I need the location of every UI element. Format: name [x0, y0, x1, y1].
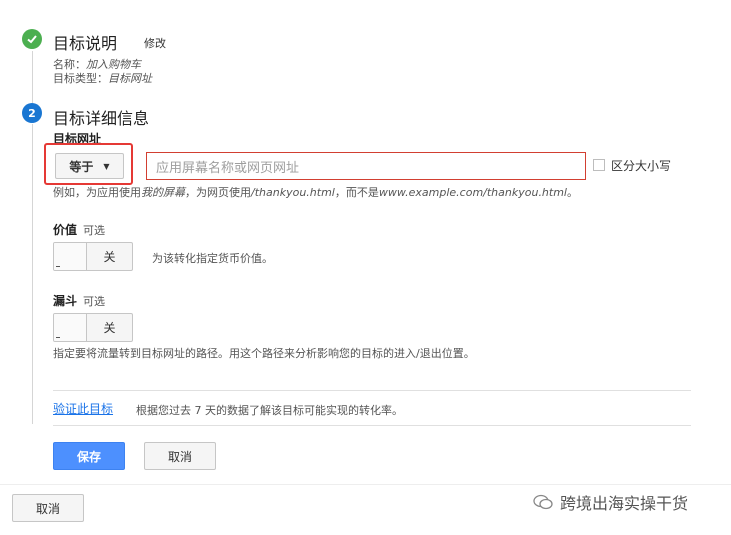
hint-text-mid: ，为网页使用 — [185, 186, 251, 199]
divider-bottom — [53, 425, 691, 426]
destination-input[interactable]: 应用屏幕名称或网页网址 — [146, 152, 586, 180]
step-connector-2 — [32, 124, 33, 424]
step-connector — [32, 51, 33, 103]
bottom-cancel-button[interactable]: 取消 — [12, 494, 84, 522]
case-sensitive-label: 区分大小写 — [611, 159, 672, 173]
value-label: 价值 — [53, 223, 78, 237]
edit-link[interactable]: 修改 — [144, 35, 166, 51]
funnel-label-row: 漏斗 可选 — [53, 292, 105, 309]
step1-title: 目标说明 — [53, 34, 118, 53]
divider-top — [53, 390, 691, 391]
match-type-value: 等于 — [69, 159, 94, 174]
step-complete-check-icon — [22, 29, 42, 49]
match-type-dropdown[interactable]: 等于 ▼ — [55, 153, 124, 179]
goal-type-row: 目标类型：目标网址 — [53, 70, 152, 86]
footer-divider — [0, 484, 731, 485]
value-toggle-state: 关 — [103, 250, 116, 264]
case-sensitive-checkbox[interactable] — [593, 159, 605, 171]
chevron-down-icon: ▼ — [103, 161, 110, 171]
value-description: 为该转化指定货币价值。 — [152, 252, 273, 265]
wechat-icon — [532, 493, 554, 511]
step2-number-badge: 2 — [22, 103, 42, 123]
hint-text: 例如，为应用使用 — [53, 186, 141, 199]
destination-hint: 例如，为应用使用我的屏幕，为网页使用/thankyou.html，而不是www.… — [53, 184, 578, 200]
hint-end: 。 — [567, 186, 578, 199]
step2-title: 目标详细信息 — [53, 109, 150, 128]
value-toggle[interactable]: 关 — [53, 242, 133, 271]
funnel-toggle[interactable]: 关 — [53, 313, 133, 342]
hint-text-not: ，而不是 — [334, 186, 379, 199]
watermark: 跨境出海实操干货 — [532, 490, 688, 514]
verify-goal-link[interactable]: 验证此目标 — [53, 400, 113, 417]
toggle-handle — [54, 243, 87, 270]
funnel-description: 指定要将流量转到目标网址的路径。用这个路径来分析影响您的目标的进入/退出位置。 — [53, 347, 475, 360]
watermark-text: 跨境出海实操干货 — [560, 494, 689, 513]
verify-description: 根据您过去 7 天的数据了解该目标可能实现的转化率。 — [136, 404, 403, 417]
goal-type-label: 目标类型： — [53, 72, 108, 85]
funnel-label: 漏斗 — [53, 294, 78, 308]
hint-full-url-example: www.example.com/thankyou.html — [378, 186, 567, 199]
value-label-row: 价值 可选 — [53, 221, 105, 238]
save-button[interactable]: 保存 — [53, 442, 125, 470]
hint-app-example: 我的屏幕 — [141, 186, 185, 199]
funnel-optional: 可选 — [83, 295, 106, 308]
funnel-toggle-state: 关 — [103, 321, 116, 335]
cancel-button[interactable]: 取消 — [144, 442, 216, 470]
hint-web-example: /thankyou.html — [251, 186, 335, 199]
goal-type-value: 目标网址 — [108, 72, 152, 85]
toggle-handle — [54, 314, 87, 341]
value-optional: 可选 — [83, 224, 106, 237]
destination-placeholder: 应用屏幕名称或网页网址 — [156, 160, 300, 176]
